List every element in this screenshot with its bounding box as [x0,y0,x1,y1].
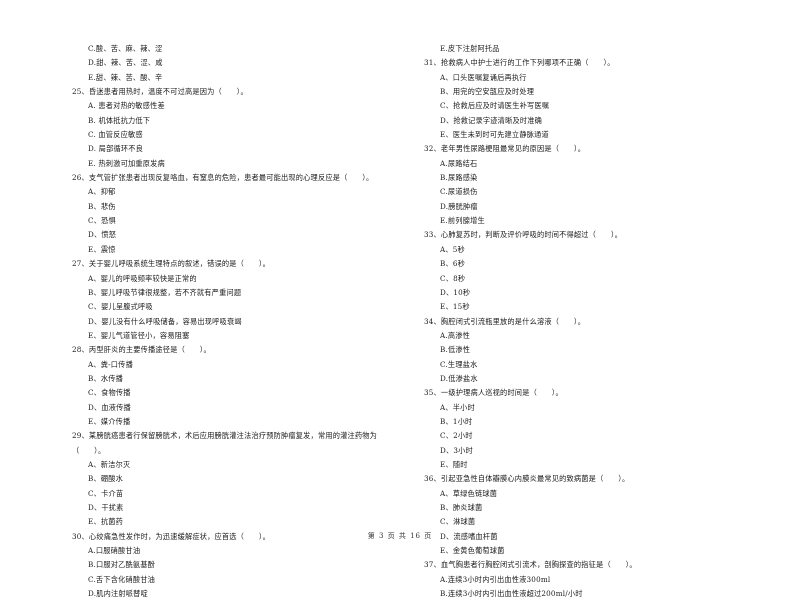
answer-option: D. 局部循环不良 [88,144,144,154]
answer-option: A、新洁尔灭 [88,459,131,469]
answer-option: B、1小时 [440,416,473,426]
answer-option: A.口服硝酸甘油 [88,546,141,556]
answer-option: D.低渗盐水 [440,373,478,383]
answer-option: D、血液传播 [88,402,131,412]
answer-option: B、婴儿呼吸节律很规整，若不齐就有严重问题 [88,287,242,297]
answer-option: E、婴儿气道管径小，容易阻塞 [88,330,190,340]
answer-option: C.尿道损伤 [440,187,478,197]
right-column: E.皮下注射阿托品 31、抢救病人中护士进行的工作下列哪项不正确（ ）。 A、口头医… [424,42,769,601]
answer-option: D、抢救记录字迹清晰及时准确 [440,115,543,125]
answer-option: E、随时 [440,459,468,469]
answer-option: B、肺炎球菌 [440,503,483,512]
answer-option: C.酸、苦、麻、辣、涩 [88,44,163,53]
answer-option: D.甜、辣、苦、涩、咸 [88,58,163,68]
answer-option: C、淋球菌 [440,517,476,527]
left-column: C.酸、苦、麻、辣、涩 D.甜、辣、苦、涩、咸 E.甜、辣、苦、酸、辛 25、昏迷患者… [72,42,417,601]
question-text: 29、某膀胱癌患者行保留膀胱术，术后应用膀胱灌注法治疗预防肿瘤复发，常用的灌注药… [72,431,378,441]
answer-option: A. 患者对热的敏感性差 [88,101,165,111]
answer-option: B.尿路感染 [440,173,478,183]
answer-option: C、卡介苗 [88,488,124,498]
answer-option: B.低渗性 [440,345,471,355]
answer-option: C、食物传播 [88,388,131,398]
answer-option: D.肌内注射哌替啶 [88,589,148,599]
answer-option: A.尿路结石 [440,158,478,168]
answer-option: D、3小时 [440,445,473,455]
answer-option: D、10秒 [440,287,471,297]
answer-option: B、硼酸水 [88,474,124,484]
answer-option: E、媒介传播 [88,416,131,426]
answer-option: C.生理盐水 [440,359,478,369]
question-text: 31、抢救病人中护士进行的工作下列哪项不正确（ ）。 [424,58,615,68]
question-text: 32、老年男性尿路梗阻最常见的原因是（ ）。 [424,144,586,154]
answer-option: C、2小时 [440,431,473,441]
answer-option: E.甜、辣、苦、酸、辛 [88,72,163,82]
answer-option: E. 热刺激可加重原发病 [88,158,165,168]
answer-option: A、5秒 [440,244,465,254]
answer-option: D、干扰素 [88,503,124,512]
answer-option: B、6秒 [440,259,466,269]
question-text: 35、一级护理病人巡视的时间是（ ）。 [424,388,563,398]
answer-option: B.口服对乙酰氨基酚 [88,560,156,570]
answer-option: A、草绿色链球菌 [440,488,498,498]
answer-option: A、口头医嘱复诵后再执行 [440,72,527,82]
answer-option: B、水传播 [88,373,124,383]
answer-option: E、15秒 [440,302,470,312]
question-text: 28、丙型肝炎的主要传播途径是（ ）。 [72,345,211,355]
answer-option: D、婴儿没有什么呼吸储备，容易出现呼吸衰竭 [88,316,242,326]
question-text: 26、支气管扩张患者出现反复咯血，有窒息的危险，患者最可能出现的心理反应是（ ）… [72,173,374,183]
answer-option: B、用完的空安瓿应及时处理 [440,87,535,97]
answer-option: D、愤怒 [88,230,117,240]
question-text: 36、引起亚急性自体瓣膜心内膜炎最常见的致病菌是（ ）。 [424,474,630,484]
question-text: 27、关于婴儿呼吸系统生理特点的叙述，错误的是（ ）。 [72,259,271,269]
document-page: C.酸、苦、麻、辣、涩 D.甜、辣、苦、涩、咸 E.甜、辣、苦、酸、辛 25、昏迷患者… [0,0,800,598]
answer-option: A、婴儿的呼吸频率较快是正常的 [88,273,197,283]
answer-option: A.连续3小时内引出血性液300ml [440,574,551,584]
answer-option: A.高渗性 [440,330,471,340]
answer-option: B.连续3小时内引出血性液超过200ml/小时 [440,589,583,599]
answer-option: E、金黄色葡萄球菌 [440,546,505,556]
answer-option: E.前列腺增生 [440,216,485,226]
answer-option: E、医生未到时可先建立静脉通道 [440,130,549,140]
answer-option: A、半小时 [440,402,475,412]
question-text: 34、胸腔闭式引流瓶里放的是什么溶液（ ）。 [424,316,586,326]
question-text: 33、心肺复苏时，判断及评价呼吸的时间不得超过（ ）。 [424,230,623,240]
answer-option: E、震惊 [88,244,116,254]
answer-option: A、抑郁 [88,187,116,197]
question-text: 25、昏迷患者用热时，温度不可过高是因为（ ）。 [72,87,248,97]
page-footer: 第 3 页 共 16 页 [367,532,433,540]
answer-option: C、8秒 [440,273,466,283]
question-text: （ ）。 [72,445,106,455]
answer-option: C、恐惧 [88,216,116,226]
answer-option: A、粪-口传播 [88,359,133,369]
answer-option: C、抢救后应及时请医生补写医嘱 [440,101,550,111]
answer-option: E、抗菌药 [88,517,123,527]
answer-option: C、婴儿呈腹式呼吸 [88,302,153,312]
answer-option: D.膀胱肿瘤 [440,201,478,211]
question-text: 37、血气胸患者行胸腔闭式引流术，剖胸探查的指征是（ ）。 [424,560,637,570]
answer-option: B. 机体抵抗力低下 [88,115,151,125]
answer-option: E.皮下注射阿托品 [440,44,500,53]
answer-option: C. 血管反应敏感 [88,130,143,140]
answer-option: B、悲伤 [88,201,116,211]
answer-option: C.舌下含化硝酸甘油 [88,574,156,584]
